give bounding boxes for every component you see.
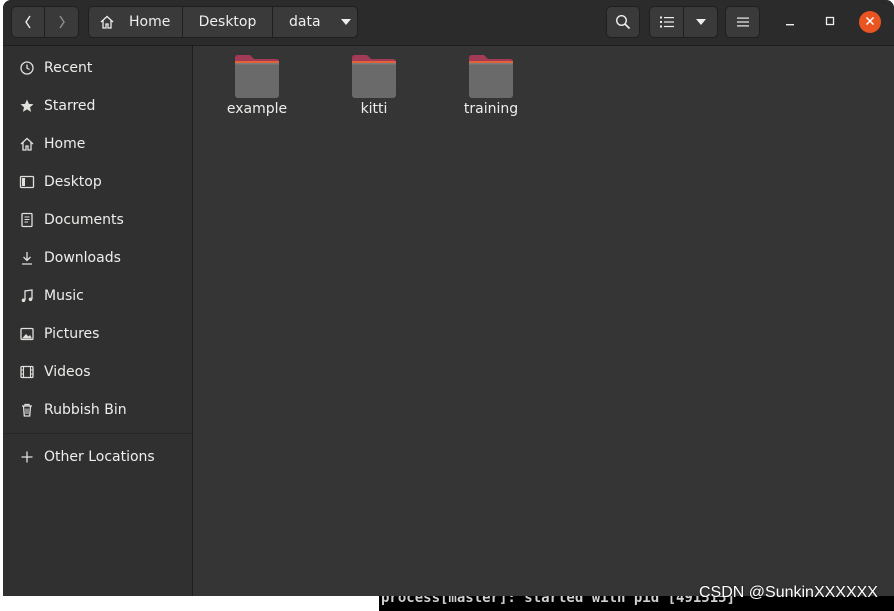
chevron-left-icon — [23, 14, 33, 30]
sidebar-item-label: Starred — [44, 98, 96, 114]
list-view-icon — [659, 16, 674, 28]
sidebar-item-documents[interactable]: Documents — [3, 201, 192, 239]
folder-item-example[interactable]: example — [207, 54, 307, 124]
folder-item-training[interactable]: training — [441, 54, 541, 124]
star-icon — [18, 97, 36, 115]
sidebar-item-videos[interactable]: Videos — [3, 353, 192, 391]
sidebar-item-label: Desktop — [44, 174, 102, 190]
hamburger-menu-icon — [736, 17, 749, 27]
sidebar-item-home[interactable]: Home — [3, 125, 192, 163]
folder-item-kitti[interactable]: kitti — [324, 54, 424, 124]
home-icon — [99, 14, 115, 30]
sidebar-item-label: Documents — [44, 212, 124, 228]
sidebar-item-desktop[interactable]: Desktop — [3, 163, 192, 201]
folder-icon — [350, 54, 398, 100]
minimize-icon — [785, 14, 795, 30]
view-mode-button[interactable] — [649, 6, 684, 38]
sidebar-item-rubbish-bin[interactable]: Rubbish Bin — [3, 391, 192, 429]
sidebar-item-downloads[interactable]: Downloads — [3, 239, 192, 277]
sidebar-item-label: Music — [44, 288, 84, 304]
sidebar-item-pictures[interactable]: Pictures — [3, 315, 192, 353]
folder-view: example kitti training — [194, 46, 894, 596]
path-desktop-label: Desktop — [198, 14, 257, 30]
sidebar-item-label: Rubbish Bin — [44, 402, 127, 418]
maximize-icon — [825, 14, 835, 30]
clock-icon — [18, 59, 36, 77]
sidebar-item-label: Home — [44, 136, 86, 152]
home-icon — [18, 135, 36, 153]
maximize-button[interactable] — [819, 11, 841, 33]
sidebar-item-starred[interactable]: Starred — [3, 87, 192, 125]
folder-icon — [467, 54, 515, 100]
minimize-button[interactable] — [779, 11, 801, 33]
watermark: CSDN @SunkinXXXXXX — [699, 584, 878, 601]
back-button[interactable] — [11, 6, 45, 38]
caret-down-icon — [695, 19, 706, 25]
sidebar-item-label: Other Locations — [44, 449, 155, 465]
folder-label: example — [226, 101, 288, 117]
sidebar-divider — [3, 433, 192, 434]
search-icon — [615, 14, 631, 30]
trash-icon — [18, 401, 36, 419]
caret-down-icon — [340, 19, 351, 25]
sidebar-item-recent[interactable]: Recent — [3, 49, 192, 87]
forward-button[interactable] — [44, 6, 79, 38]
sidebar-item-music[interactable]: Music — [3, 277, 192, 315]
places-sidebar: Recent Starred Home Desktop Documents Do… — [3, 46, 193, 596]
folder-label: kitti — [360, 101, 388, 117]
file-manager-window: Home Desktop data Recent Starred Home De… — [3, 0, 894, 596]
header-bar: Home Desktop data — [3, 0, 894, 46]
video-icon — [18, 363, 36, 381]
document-icon — [18, 211, 36, 229]
sidebar-item-label: Pictures — [44, 326, 100, 342]
sidebar-item-label: Recent — [44, 60, 93, 76]
chevron-right-icon — [57, 14, 67, 30]
folder-label: training — [463, 101, 519, 117]
path-home-label: Home — [129, 14, 171, 30]
main-menu-button[interactable] — [725, 6, 760, 38]
download-icon — [18, 249, 36, 267]
sidebar-item-label: Downloads — [44, 250, 121, 266]
sidebar-item-other-locations[interactable]: Other Locations — [3, 438, 192, 476]
path-desktop-button[interactable]: Desktop — [182, 6, 273, 38]
search-button[interactable] — [606, 6, 640, 38]
plus-icon — [18, 448, 36, 466]
path-data-label: data — [289, 14, 321, 30]
path-home-button[interactable]: Home — [88, 6, 183, 38]
music-icon — [18, 287, 36, 305]
sidebar-item-label: Videos — [44, 364, 91, 380]
picture-icon — [18, 325, 36, 343]
folder-icon — [233, 54, 281, 100]
close-icon — [865, 14, 875, 30]
close-button[interactable] — [859, 11, 881, 33]
desktop-icon — [18, 173, 36, 191]
path-data-button[interactable]: data — [272, 6, 358, 38]
terminal-output: process[master]: started with pid [49151… — [381, 596, 736, 606]
view-options-dropdown[interactable] — [683, 6, 718, 38]
